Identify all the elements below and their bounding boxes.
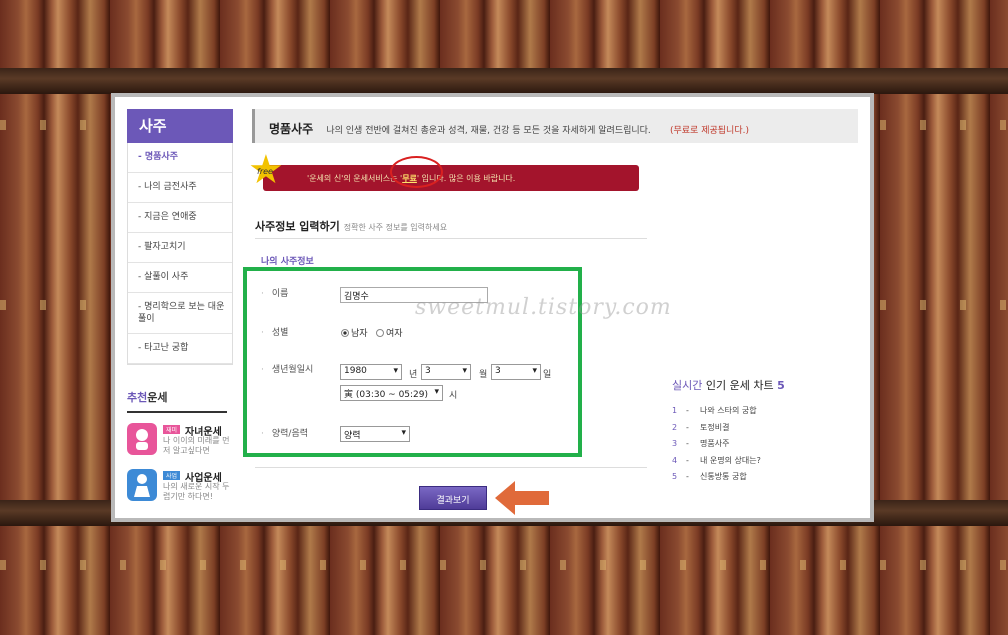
- sidebar-item-compatibility[interactable]: - 타고난 궁합: [128, 334, 232, 364]
- day-unit: 일: [543, 370, 552, 380]
- rank-number: 2: [672, 422, 678, 432]
- free-note: (무료로 제공됩니다.): [669, 126, 749, 136]
- free-label: free: [257, 167, 273, 176]
- hour-unit: 시: [449, 391, 458, 401]
- rank-label: 명품사주: [700, 439, 730, 448]
- popular-chart-title: 실시간 인기 운세 차트 5: [672, 377, 785, 393]
- recommend-desc: 나 이이의 미래를 먼저 알고싶다면: [163, 436, 230, 455]
- free-service-banner: '운세의 신'의 운세서비스는 '무료' 입니다. 많은 이용 바랍니다.: [263, 165, 639, 191]
- sidebar-item-money-saju[interactable]: - 나의 금전사주: [128, 173, 232, 203]
- rank-dash: -: [686, 472, 689, 481]
- list-item[interactable]: 1- 나와 스타의 궁합: [672, 405, 852, 422]
- arrow-left-icon: [495, 481, 549, 515]
- gender-female-label: 여자: [386, 329, 403, 339]
- section-hint: 정확한 사주 정보를 입력하세요: [343, 223, 448, 232]
- rank-label: 나와 스타의 궁합: [700, 406, 757, 415]
- rank-number: 3: [672, 439, 678, 448]
- gender-radio-male[interactable]: 남자: [341, 326, 368, 339]
- calendar-label: 양력/음력: [261, 426, 308, 439]
- book-spine-band: [0, 560, 1008, 570]
- page-title: 명품사주: [269, 122, 314, 136]
- popular-chart-title-accent: 실시간: [672, 379, 703, 392]
- radio-selected-icon: [341, 329, 349, 337]
- sidebar-menu: - 명품사주 - 나의 금전사주 - 지금은 연애중 - 팔자고치기 - 살풀이…: [127, 143, 233, 365]
- list-item[interactable]: 4- 내 운명의 상대는?: [672, 455, 852, 472]
- rank-number: 1: [672, 406, 678, 415]
- month-unit: 월: [479, 370, 488, 380]
- my-saju-info-title: 나의 사주정보: [261, 257, 314, 267]
- day-select[interactable]: 3: [491, 364, 541, 380]
- recommend-item-business[interactable]: 사업 사업운세 나의 새로운 시작 두렵기만 하다면!: [127, 469, 233, 505]
- rank-dash: -: [686, 455, 689, 465]
- recommend-desc: 나의 새로운 시작 두렵기만 하다면!: [163, 482, 230, 501]
- name-label: 이름: [261, 286, 289, 299]
- hour-select[interactable]: 寅 (03:30 ~ 05:29): [340, 385, 443, 401]
- section-title: 사주정보 입력하기 정확한 사주 정보를 입력하세요: [255, 218, 447, 234]
- sidebar-title: 사주: [127, 109, 233, 143]
- banner-text-a: '운세의 신'의 운세서비스는 ': [307, 174, 403, 183]
- year-select[interactable]: 1980: [340, 364, 402, 380]
- rank-number: 5: [672, 472, 678, 481]
- calendar-select[interactable]: 양력: [340, 426, 410, 442]
- month-select[interactable]: 3: [421, 364, 471, 380]
- page-header: 명품사주 나의 인생 전반에 걸쳐진 총운과 성격, 재물, 건강 등 모든 것…: [252, 109, 858, 143]
- rank-dash: -: [686, 422, 689, 432]
- view-result-button[interactable]: 결과보기: [419, 486, 487, 510]
- recommend-title-accent: 추천: [127, 391, 148, 404]
- recommend-item-child[interactable]: 재미 자녀운세 나 이이의 미래를 먼저 알고싶다면: [127, 423, 233, 459]
- list-item[interactable]: 5- 신통방통 궁합: [672, 471, 852, 488]
- birth-label: 생년월일시: [261, 362, 313, 375]
- list-item[interactable]: 3- 명품사주: [672, 438, 852, 455]
- highlight-circle: [390, 156, 443, 188]
- rank-dash: -: [686, 406, 689, 415]
- business-fortune-icon: [127, 469, 157, 501]
- sidebar-item-fate-change[interactable]: - 팔자고치기: [128, 233, 232, 263]
- sidebar-item-premium-saju[interactable]: - 명품사주: [128, 143, 232, 173]
- popular-chart-title-number: 5: [777, 379, 785, 392]
- radio-icon: [376, 329, 384, 337]
- watermark: sweetmul.tistory.com: [415, 295, 672, 320]
- sidebar-item-dating[interactable]: - 지금은 연애중: [128, 203, 232, 233]
- list-item[interactable]: 2- 토정비결: [672, 422, 852, 439]
- saju-page-panel: 사주 - 명품사주 - 나의 금전사주 - 지금은 연애중 - 팔자고치기 - …: [111, 93, 874, 522]
- gender-radio-female[interactable]: 여자: [376, 326, 403, 339]
- recommend-badge: 재미: [163, 425, 181, 434]
- recommend-title: 추천운세: [127, 389, 227, 413]
- child-fortune-icon: [127, 423, 157, 455]
- form-divider: [255, 467, 647, 468]
- popular-chart-title-text: 인기 운세 차트: [702, 379, 778, 392]
- recommend-badge: 사업: [163, 471, 181, 480]
- sidebar-item-salpuri[interactable]: - 살풀이 사주: [128, 263, 232, 293]
- sidebar-item-daeun[interactable]: - 명리학으로 보는 대운풀이: [128, 293, 232, 334]
- rank-number: 4: [672, 455, 678, 465]
- rank-label: 내 운명의 상대는?: [700, 455, 761, 465]
- recommend-title-rest: 운세: [147, 391, 168, 404]
- popular-chart-list: 1- 나와 스타의 궁합 2- 토정비결 3- 명품사주 4-내 운명의 상대는? 5…: [672, 405, 852, 488]
- gender-label: 성별: [261, 325, 289, 338]
- rank-label: 신통방통 궁합: [700, 472, 747, 481]
- section-divider: [255, 238, 647, 239]
- rank-dash: -: [686, 439, 689, 448]
- year-unit: 년: [409, 370, 418, 380]
- bookshelf-top: [0, 68, 1008, 94]
- gender-male-label: 남자: [351, 329, 368, 339]
- section-title-text: 사주정보 입력하기: [255, 220, 340, 233]
- rank-label: 토정비결: [700, 422, 730, 432]
- sidebar: 사주 - 명품사주 - 나의 금전사주 - 지금은 연애중 - 팔자고치기 - …: [127, 109, 233, 505]
- page-description: 나의 인생 전반에 걸쳐진 총운과 성격, 재물, 건강 등 모든 것을 자세하…: [326, 126, 651, 136]
